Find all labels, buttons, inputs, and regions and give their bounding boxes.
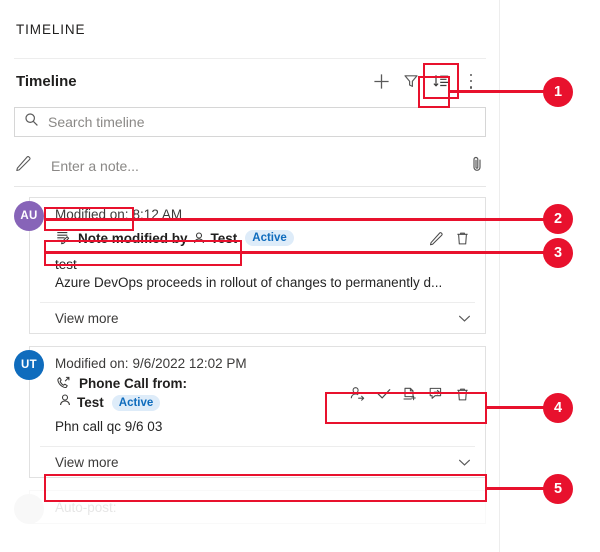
callout-badge-1: 1	[543, 77, 573, 107]
delete-icon[interactable]	[449, 226, 475, 250]
timeline-card: Modified on: 9/6/2022 12:02 PM Phone Cal…	[29, 346, 486, 478]
body-line: Phn call qc 9/6 03	[55, 419, 163, 434]
pencil-icon	[14, 154, 33, 178]
phone-call-title[interactable]: Phone Call from:	[55, 375, 345, 392]
note-entry-row[interactable]: Enter a note...	[14, 146, 486, 186]
list-item[interactable]: UT Modified on: 9/6/2022 12:02 PM Phone …	[14, 346, 486, 478]
phone-call-title-text: Phone Call from:	[79, 376, 188, 391]
view-more-button[interactable]: View more	[40, 302, 475, 333]
modified-on-value: 8:12 AM	[132, 207, 183, 222]
modified-on-value: 9/6/2022 12:02 PM	[132, 356, 247, 371]
chevron-down-icon	[456, 454, 473, 471]
note-record-title[interactable]: Note modified by Test	[55, 230, 237, 246]
modified-on-label: Modified on:	[55, 207, 129, 222]
assign-icon[interactable]	[345, 382, 371, 406]
callout-badge-3: 3	[543, 238, 573, 268]
delete-icon[interactable]	[449, 382, 475, 406]
phone-call-person-row: Test Active	[55, 393, 345, 412]
edit-icon[interactable]	[423, 226, 449, 250]
paperclip-icon[interactable]	[468, 155, 486, 178]
timeline-items: AU Modified on: 8:12 AM Note modified by	[0, 187, 500, 524]
record-person-name: Test	[77, 395, 104, 410]
person-icon	[58, 393, 72, 412]
status-badge: Active	[111, 394, 161, 411]
search-row: Search timeline	[0, 103, 500, 137]
list-item[interactable]: Auto-post:	[14, 490, 486, 524]
overflow-dots	[469, 73, 473, 89]
phone-call-icon	[55, 375, 72, 392]
modified-on-row: Auto-post:	[55, 497, 475, 519]
panel-header: TIMELINE	[0, 0, 500, 58]
more-options-icon[interactable]	[456, 66, 486, 96]
modified-on-label: Modified on:	[55, 356, 129, 371]
view-more-label: View more	[55, 454, 119, 470]
record-title-row: Note modified by Test Active	[55, 226, 475, 250]
note-icon	[55, 230, 71, 246]
timeline-card: Auto-post:	[29, 490, 486, 524]
timeline-toolbar: Timeline	[0, 59, 500, 103]
timeline-card: Modified on: 8:12 AM Note modified by Te…	[29, 197, 486, 334]
avatar: AU	[14, 201, 44, 231]
filter-icon[interactable]	[396, 66, 426, 96]
record-person-name: Test	[210, 230, 238, 246]
modified-on-row: Modified on: 8:12 AM	[55, 204, 475, 226]
view-more-button[interactable]: View more	[40, 446, 475, 477]
add-icon[interactable]	[366, 66, 396, 96]
body-line: test	[55, 257, 77, 272]
avatar: UT	[14, 350, 44, 380]
status-badge: Active	[245, 230, 294, 246]
search-input[interactable]: Search timeline	[14, 107, 486, 137]
convert-note-icon[interactable]	[423, 382, 449, 406]
record-title-text: Note modified by	[78, 230, 188, 246]
sort-icon[interactable]	[423, 63, 459, 99]
body-line: Azure DevOps proceeds in rollout of chan…	[55, 275, 443, 290]
callout-badge-4: 4	[543, 393, 573, 423]
timeline-panel: TIMELINE Timeline Search timeline Enter …	[0, 0, 500, 552]
callout-badge-2: 2	[543, 204, 573, 234]
view-more-label: View more	[55, 310, 119, 326]
avatar	[14, 494, 44, 524]
modified-on-label: Auto-post:	[55, 500, 117, 515]
search-placeholder: Search timeline	[48, 114, 145, 130]
page-title: TIMELINE	[16, 21, 86, 37]
search-icon	[24, 112, 39, 132]
note-placeholder: Enter a note...	[51, 158, 139, 174]
modified-on-row: Modified on: 9/6/2022 12:02 PM	[55, 353, 475, 375]
record-title-row: Phone Call from: Test Active	[55, 375, 475, 412]
timeline-label: Timeline	[16, 72, 77, 90]
callout-badge-5: 5	[543, 474, 573, 504]
check-icon[interactable]	[371, 382, 397, 406]
chevron-down-icon	[456, 310, 473, 327]
add-to-queue-icon[interactable]	[397, 382, 423, 406]
list-item[interactable]: AU Modified on: 8:12 AM Note modified by	[14, 197, 486, 334]
person-icon	[192, 231, 206, 245]
